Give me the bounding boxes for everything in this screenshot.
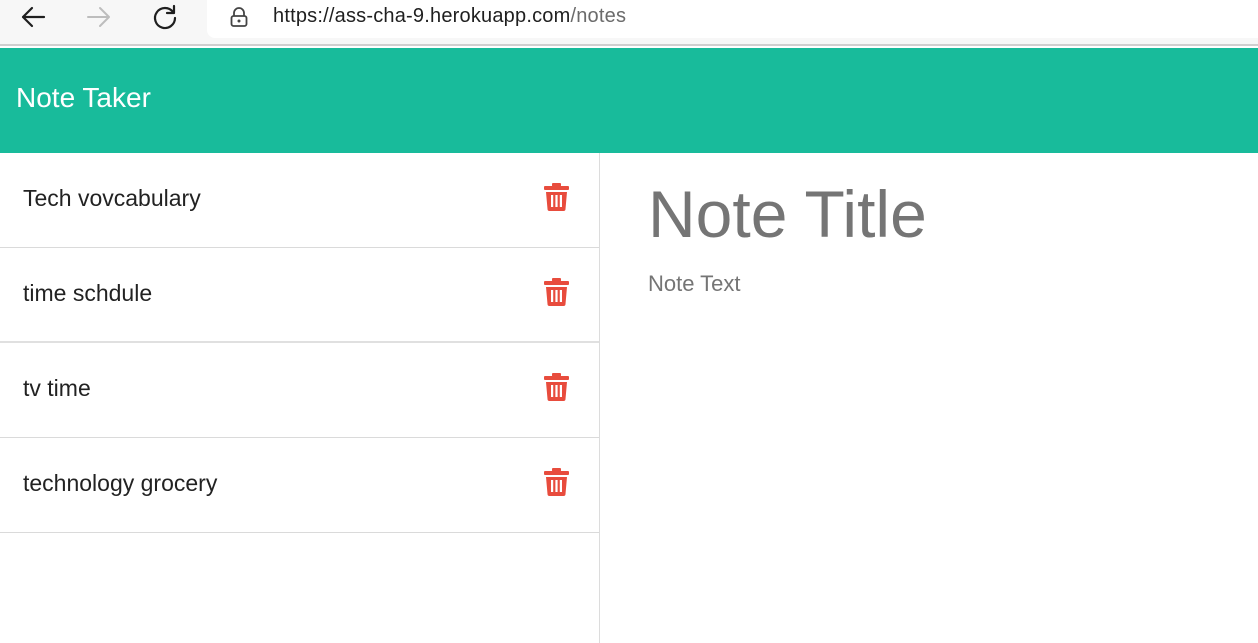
note-title[interactable]: technology grocery: [23, 470, 217, 497]
note-title[interactable]: Tech vovcabulary: [23, 185, 201, 212]
trash-icon[interactable]: [544, 183, 569, 211]
reload-icon: [153, 4, 177, 30]
reload-button[interactable]: [149, 2, 181, 32]
note-title[interactable]: tv time: [23, 375, 91, 402]
note-title[interactable]: time schdule: [23, 280, 152, 307]
lock-icon: [230, 7, 248, 27]
list-item[interactable]: Tech vovcabulary: [0, 153, 599, 248]
arrow-left-icon: [21, 6, 46, 28]
trash-icon[interactable]: [544, 278, 569, 306]
list-item[interactable]: tv time: [0, 343, 599, 438]
url-path: /notes: [570, 5, 627, 27]
note-title-input[interactable]: [648, 171, 1248, 257]
note-editor: [600, 153, 1258, 643]
app-title[interactable]: Note Taker: [16, 82, 151, 114]
arrow-right-icon: [87, 7, 110, 27]
trash-icon[interactable]: [544, 373, 569, 401]
url-host: https://ass-cha-9.herokuapp.com: [273, 5, 571, 27]
browser-toolbar: https://ass-cha-9.herokuapp.com/notes: [0, 0, 1258, 46]
notes-list: Tech vovcabulary time schdule tv time te…: [0, 153, 600, 643]
trash-icon[interactable]: [544, 468, 569, 496]
forward-button[interactable]: [83, 2, 115, 32]
url-text: https://ass-cha-9.herokuapp.com/notes: [273, 5, 626, 28]
back-button[interactable]: [17, 2, 49, 32]
list-item[interactable]: technology grocery: [0, 438, 599, 533]
app-header: Note Taker: [0, 48, 1258, 153]
list-item[interactable]: time schdule: [0, 248, 599, 343]
note-text-input[interactable]: [648, 271, 1248, 631]
address-bar[interactable]: https://ass-cha-9.herokuapp.com/notes: [207, 0, 1258, 38]
